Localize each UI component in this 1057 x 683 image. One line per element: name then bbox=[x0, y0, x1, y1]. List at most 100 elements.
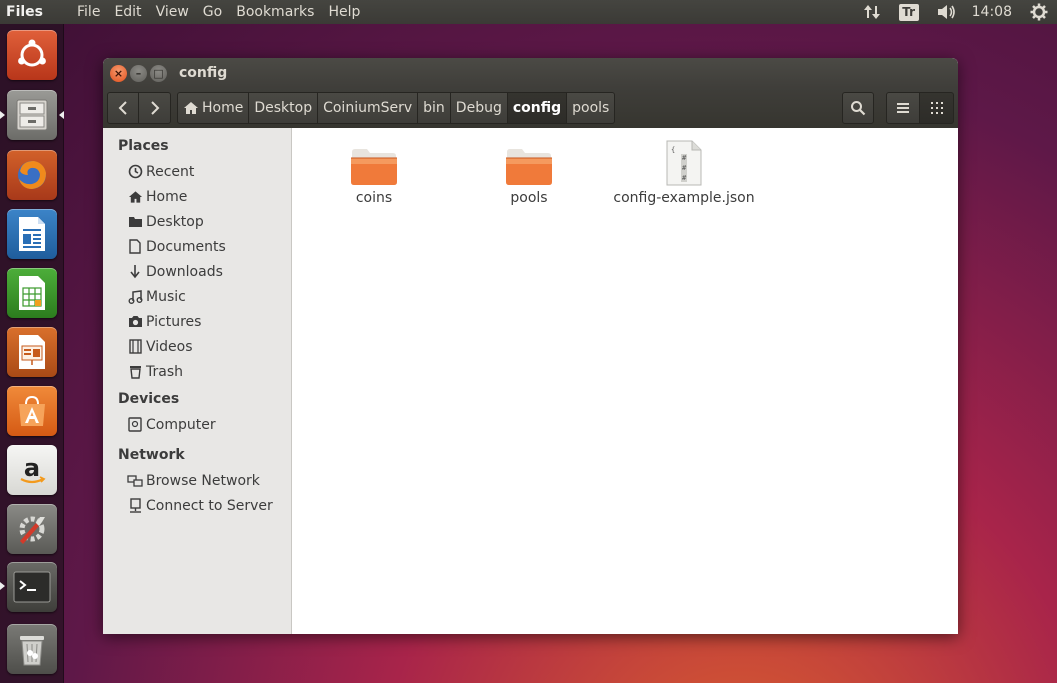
sidebar-item-label: Home bbox=[146, 188, 188, 205]
sidebar-item-downloads[interactable]: Downloads bbox=[103, 259, 291, 284]
chevron-right-icon bbox=[150, 101, 159, 115]
sidebar-item-label: Pictures bbox=[146, 313, 202, 330]
file-view: coins pools {# # # config-example.json bbox=[292, 128, 958, 634]
server-icon bbox=[127, 498, 143, 514]
firefox-icon[interactable] bbox=[7, 150, 57, 200]
camera-icon bbox=[127, 314, 143, 330]
forward-button[interactable] bbox=[139, 92, 171, 124]
ubuntu-software-center-icon[interactable] bbox=[7, 386, 57, 436]
menu-edit[interactable]: Edit bbox=[107, 0, 148, 24]
file-item-folder[interactable]: coins bbox=[299, 138, 449, 206]
sidebar-item-connect-to-server[interactable]: Connect to Server bbox=[103, 493, 291, 518]
home-icon bbox=[184, 102, 198, 114]
sidebar-item-trash[interactable]: Trash bbox=[103, 359, 291, 384]
window-titlebar[interactable]: × – □ config bbox=[103, 58, 958, 88]
network-section-title: Network bbox=[118, 447, 185, 463]
top-panel: Files File Edit View Go Bookmarks Help T… bbox=[0, 0, 1057, 24]
sidebar-item-label: Documents bbox=[146, 238, 226, 255]
search-button[interactable] bbox=[842, 92, 874, 124]
breadcrumb-label: Debug bbox=[455, 100, 502, 116]
menu-help[interactable]: Help bbox=[321, 0, 367, 24]
devices-section-title: Devices bbox=[118, 391, 180, 407]
file-item-json[interactable]: {# # # config-example.json bbox=[609, 138, 759, 206]
sidebar-item-label: Downloads bbox=[146, 263, 223, 280]
session-gear-icon[interactable] bbox=[1030, 3, 1048, 21]
libreoffice-writer-icon[interactable] bbox=[7, 209, 57, 259]
list-view-button[interactable] bbox=[886, 92, 920, 124]
files-app-icon[interactable] bbox=[7, 90, 57, 140]
file-name: coins bbox=[355, 190, 393, 206]
sidebar-item-browse-network[interactable]: Browse Network bbox=[103, 468, 291, 493]
menu-bookmarks[interactable]: Bookmarks bbox=[229, 0, 321, 24]
sidebar-item-documents[interactable]: Documents bbox=[103, 234, 291, 259]
breadcrumb-bin[interactable]: bin bbox=[418, 92, 451, 124]
dash-home-icon[interactable] bbox=[7, 30, 57, 80]
menu-file[interactable]: File bbox=[70, 0, 107, 24]
file-manager-window: × – □ config Home Desktop CoiniumServ bi… bbox=[103, 58, 958, 634]
clock[interactable]: 14:08 bbox=[972, 4, 1012, 20]
breadcrumb-label: bin bbox=[423, 100, 445, 116]
breadcrumb-label: Desktop bbox=[254, 100, 313, 116]
view-mode-buttons bbox=[886, 92, 954, 124]
breadcrumb-label: Home bbox=[202, 100, 244, 116]
keyboard-layout-indicator[interactable]: Tr bbox=[898, 3, 919, 21]
sidebar-item-desktop[interactable]: Desktop bbox=[103, 209, 291, 234]
sidebar-item-label: Music bbox=[146, 288, 186, 305]
grid-view-button[interactable] bbox=[920, 92, 954, 124]
sidebar-item-label: Connect to Server bbox=[146, 497, 273, 514]
grid-view-icon bbox=[930, 102, 943, 114]
libreoffice-impress-icon[interactable] bbox=[7, 327, 57, 377]
close-window-button[interactable]: × bbox=[110, 64, 127, 82]
network-updown-icon[interactable] bbox=[863, 3, 881, 21]
terminal-icon[interactable] bbox=[7, 562, 57, 612]
launcher: a bbox=[0, 24, 64, 683]
window-content: Places Recent Home Desktop Documents Dow… bbox=[103, 128, 958, 634]
document-icon bbox=[127, 239, 143, 255]
amazon-icon[interactable]: a bbox=[7, 445, 57, 495]
file-name: config-example.json bbox=[613, 190, 755, 206]
sidebar-item-home[interactable]: Home bbox=[103, 184, 291, 209]
right-toolbar bbox=[842, 92, 954, 124]
back-button[interactable] bbox=[107, 92, 139, 124]
menu-bar: File Edit View Go Bookmarks Help bbox=[70, 0, 367, 24]
sidebar-item-label: Videos bbox=[146, 338, 193, 355]
sidebar-item-label: Desktop bbox=[146, 213, 204, 230]
minimize-window-button[interactable]: – bbox=[130, 64, 147, 82]
sidebar-item-label: Trash bbox=[146, 363, 183, 380]
places-section-title: Places bbox=[118, 138, 169, 154]
list-view-icon bbox=[897, 103, 909, 113]
running-indicator bbox=[0, 111, 5, 119]
menu-go[interactable]: Go bbox=[196, 0, 229, 24]
menu-view[interactable]: View bbox=[149, 0, 196, 24]
breadcrumb-debug[interactable]: Debug bbox=[450, 92, 508, 124]
clock-icon bbox=[127, 164, 143, 180]
breadcrumb-pools[interactable]: pools bbox=[567, 92, 616, 124]
breadcrumb-config[interactable]: config bbox=[507, 92, 568, 124]
focused-indicator bbox=[59, 111, 64, 119]
folder-icon bbox=[505, 138, 553, 186]
breadcrumb-desktop[interactable]: Desktop bbox=[249, 92, 319, 124]
home-icon bbox=[127, 189, 143, 205]
maximize-window-button[interactable]: □ bbox=[150, 64, 167, 82]
breadcrumb-home[interactable]: Home bbox=[177, 92, 250, 124]
text-file-icon: {# # # bbox=[665, 138, 703, 186]
file-name: pools bbox=[510, 190, 548, 206]
toolbar: Home Desktop CoiniumServ bin Debug confi… bbox=[103, 88, 958, 128]
sidebar-item-label: Browse Network bbox=[146, 472, 260, 489]
system-settings-icon[interactable] bbox=[7, 504, 57, 554]
volume-icon[interactable] bbox=[937, 4, 957, 20]
breadcrumb-coiniumserv[interactable]: CoiniumServ bbox=[318, 92, 419, 124]
download-arrow-icon bbox=[127, 264, 143, 280]
libreoffice-calc-icon[interactable] bbox=[7, 268, 57, 318]
sidebar-item-pictures[interactable]: Pictures bbox=[103, 309, 291, 334]
trash-icon[interactable] bbox=[7, 624, 57, 674]
sidebar-item-music[interactable]: Music bbox=[103, 284, 291, 309]
sidebar-item-videos[interactable]: Videos bbox=[103, 334, 291, 359]
sidebar-item-label: Computer bbox=[146, 416, 216, 433]
sidebar-item-computer[interactable]: Computer bbox=[103, 412, 291, 437]
sidebar-item-recent[interactable]: Recent bbox=[103, 159, 291, 184]
breadcrumb-label: CoiniumServ bbox=[323, 100, 413, 116]
file-item-folder[interactable]: pools bbox=[454, 138, 604, 206]
folder-icon bbox=[350, 138, 398, 186]
network-computers-icon bbox=[127, 473, 143, 489]
